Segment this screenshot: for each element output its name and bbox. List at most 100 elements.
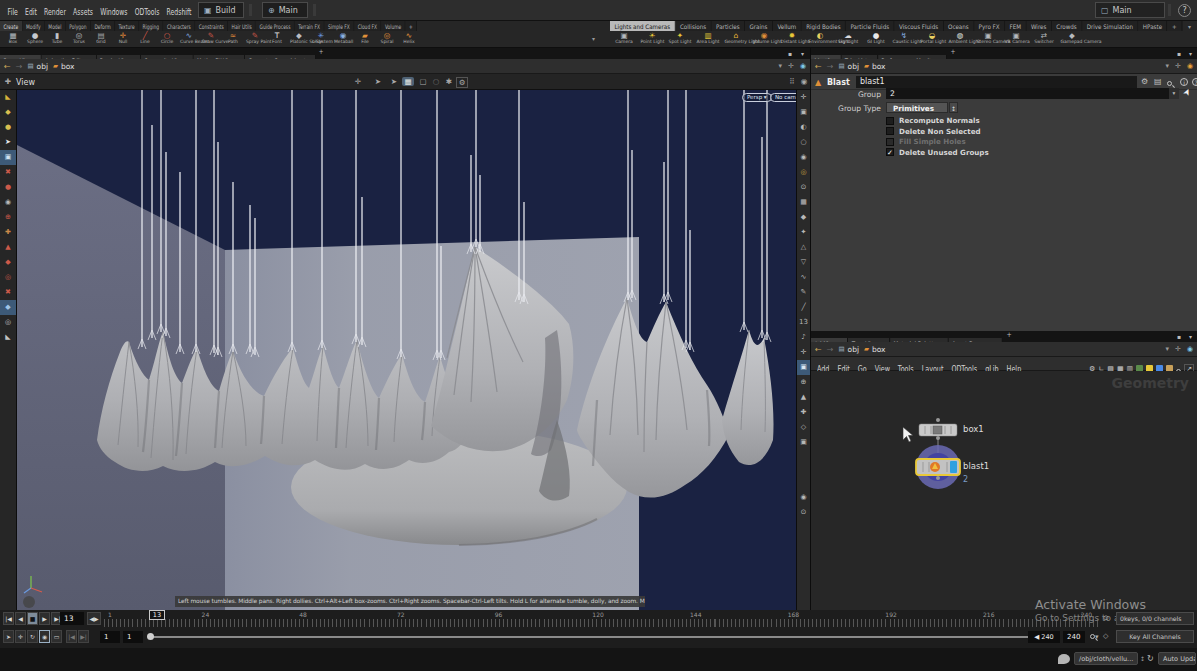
range-slider-track[interactable] (150, 636, 1028, 638)
shelf-tab-rigging[interactable]: Rigging (139, 21, 163, 31)
stow-icon-3[interactable]: ➤ (0, 135, 16, 150)
network-breadcrumb-box[interactable]: ▰box (864, 345, 886, 354)
shelf-tab-fem[interactable]: FEM (1005, 21, 1026, 31)
shelf-tab-texture[interactable]: Texture (115, 21, 139, 31)
pathbar-sync-icon[interactable]: ◉ (800, 62, 806, 70)
shelf-tool-environment-light[interactable]: ◐Environment Light (806, 31, 834, 48)
stow-icon-10[interactable]: ▲ (0, 240, 16, 255)
stow-icon-15[interactable]: ◎ (0, 315, 16, 330)
select-icon[interactable]: ➤ (372, 77, 384, 86)
stow-icon-17[interactable]: ✛ (797, 345, 810, 360)
menu-edit[interactable]: Edit (21, 3, 40, 21)
shelf-tab-terrain-fx[interactable]: Terrain FX (295, 21, 325, 31)
shelf-tool-metaball[interactable]: ◉Metaball (332, 31, 354, 48)
tl-loop-icon[interactable]: ↻ (27, 630, 38, 643)
keys-clock-icon[interactable]: ⊙ (1103, 614, 1109, 622)
stow-icon-14[interactable]: ╱ (797, 300, 810, 315)
new-pane-tab-button-right[interactable]: + (947, 48, 959, 56)
shelf-tool-spiral[interactable]: ◎Spiral (376, 31, 398, 48)
shelf-tool-spray-paint[interactable]: ✎Spray Paint (244, 31, 266, 48)
shelf-tool-ambient-light[interactable]: ◍Ambient Light (946, 31, 974, 48)
pane-menu-left-icon[interactable]: ▾ (801, 50, 804, 57)
stow-icon-14[interactable]: ◆ (0, 300, 16, 315)
viewport-settings-icon[interactable]: ⚙ (456, 77, 468, 88)
pathbar-menu-icon[interactable]: ▾ (779, 62, 783, 70)
back-icon[interactable]: ← (4, 62, 11, 71)
shelf-tool-gi-light[interactable]: ●GI Light (862, 31, 890, 48)
checkbox-icon[interactable] (886, 138, 894, 146)
param-breadcrumb-obj[interactable]: ▤obj (838, 62, 859, 71)
shelf-tab--[interactable]: + (1167, 21, 1182, 31)
shelf-tab-vellum[interactable]: Vellum (773, 21, 802, 31)
shelf-tab-guide-process[interactable]: Guide Process (256, 21, 295, 31)
param-pin-icon[interactable]: ✛ (1175, 62, 1181, 70)
shelf-tab-rigid-bodies[interactable]: Rigid Bodies (802, 21, 846, 31)
menu-render[interactable]: Render (41, 3, 70, 21)
shelf-tool-distant-light[interactable]: ✹Distant Light (778, 31, 806, 48)
stow-icon-9[interactable]: ✚ (0, 225, 16, 240)
tl-dopesheet-icon[interactable]: ▭ (51, 630, 62, 643)
stow-icon-6[interactable]: ⊙ (797, 180, 810, 195)
shelf-tool-geometry-light[interactable]: ⌂Geometry Light (722, 31, 750, 48)
desktop-selector[interactable]: ⊕ Main (262, 2, 308, 18)
stow-icon-0[interactable]: ◣ (0, 90, 16, 105)
stow-icon-11[interactable]: ◆ (0, 255, 16, 270)
shelf-tool-tube[interactable]: ▮Tube (46, 31, 68, 48)
shelf-tool-helix[interactable]: ∿Helix (398, 31, 420, 48)
shelf-tool-portal-light[interactable]: ◒Portal Light (918, 31, 946, 48)
keyframe-icon[interactable]: ◇ (1103, 632, 1108, 640)
stow-icon-13[interactable]: ✎ (797, 285, 810, 300)
shelf-tab-drive-simulation[interactable]: Drive Simulation (1082, 21, 1138, 31)
stow-icon-23[interactable]: ▣ (797, 435, 810, 450)
tl-substep-back-icon[interactable]: |◀ (66, 630, 77, 643)
stow-icon-4[interactable]: ▣ (0, 150, 16, 165)
message-bubble-icon[interactable] (1058, 654, 1070, 664)
shelf-overflow-icon[interactable]: ▾ (592, 35, 595, 42)
stow-icon-16[interactable]: ◣ (0, 330, 16, 345)
shelf-tab-cloud-fx[interactable]: Cloud FX (354, 21, 381, 31)
shelf-tab-particle-fluids[interactable]: Particle Fluids (846, 21, 895, 31)
node-blast1-label[interactable]: blast1 (963, 461, 989, 471)
checkbox-icon[interactable]: ✓ (886, 148, 894, 156)
node-preset-icon[interactable]: ▤ (1154, 77, 1162, 86)
stow-icon-10[interactable]: △ (797, 240, 810, 255)
tl-pose-icon[interactable]: ✛ (15, 630, 26, 643)
stow-icon-11[interactable]: ▽ (797, 255, 810, 270)
select-objects-icon[interactable]: ▢ (417, 77, 429, 86)
shelf-tool-camera[interactable]: ▣Camera (610, 31, 638, 48)
group-type-spinner[interactable]: ↕ (949, 102, 958, 113)
shelf-tab-grains[interactable]: Grains (745, 21, 773, 31)
pane-icon-left[interactable]: ▪ (788, 50, 792, 57)
stow-icon-7[interactable]: ◉ (0, 195, 16, 210)
shelf-tool-line[interactable]: ╱Line (134, 31, 156, 48)
stow-icon-16[interactable]: ♪ (797, 330, 810, 345)
shelf-tab-pyro-fx[interactable]: Pyro FX (974, 21, 1005, 31)
help-icon[interactable]: ? (1178, 4, 1191, 17)
network-sync-icon[interactable]: ◉ (1187, 345, 1193, 353)
shelf-tool-grid[interactable]: ▤Grid (90, 31, 112, 48)
viewport[interactable]: ◣◆●➤▣✖●◉⊕✚▲◆◎✖◆◎◣ (0, 90, 810, 610)
checkbox-delete-unused-groups[interactable]: ✓Delete Unused Groups (886, 148, 989, 157)
shelf-tab-characters[interactable]: Characters (163, 21, 195, 31)
checkbox-icon[interactable] (886, 127, 894, 135)
stop-button[interactable]: ■ (27, 612, 38, 625)
desktop-selector-right[interactable]: ▢ Main (1095, 2, 1165, 18)
stow-icon-7[interactable]: ▦ (797, 195, 810, 210)
network-forward-icon[interactable]: → (827, 345, 834, 354)
network-menu-dd-icon[interactable]: ▾ (1166, 345, 1170, 353)
network-back-icon[interactable]: ← (815, 345, 822, 354)
stow-icon-12[interactable]: ∿ (797, 270, 810, 285)
shelf-tab-volume[interactable]: Volume (381, 21, 405, 31)
build-selector[interactable]: ▣ Build (198, 2, 244, 18)
stow-icon-19[interactable]: ⊕ (797, 375, 810, 390)
stow-icon-15[interactable]: 13 (797, 315, 810, 330)
stow-icon-18[interactable]: ▣ (797, 360, 810, 375)
snap-icon[interactable]: ✱ (443, 77, 455, 86)
stow-icon-2[interactable]: ◐ (797, 120, 810, 135)
lasso-icon[interactable]: ➤ (388, 77, 400, 86)
checkbox-icon[interactable] (886, 117, 894, 125)
shelf-tool-font[interactable]: TFont (266, 31, 288, 48)
shelf-tool-circle[interactable]: ○Circle (156, 31, 178, 48)
shelf-tab-constraints[interactable]: Constraints (195, 21, 228, 31)
shelf-tab-crowds[interactable]: Crowds (1052, 21, 1082, 31)
